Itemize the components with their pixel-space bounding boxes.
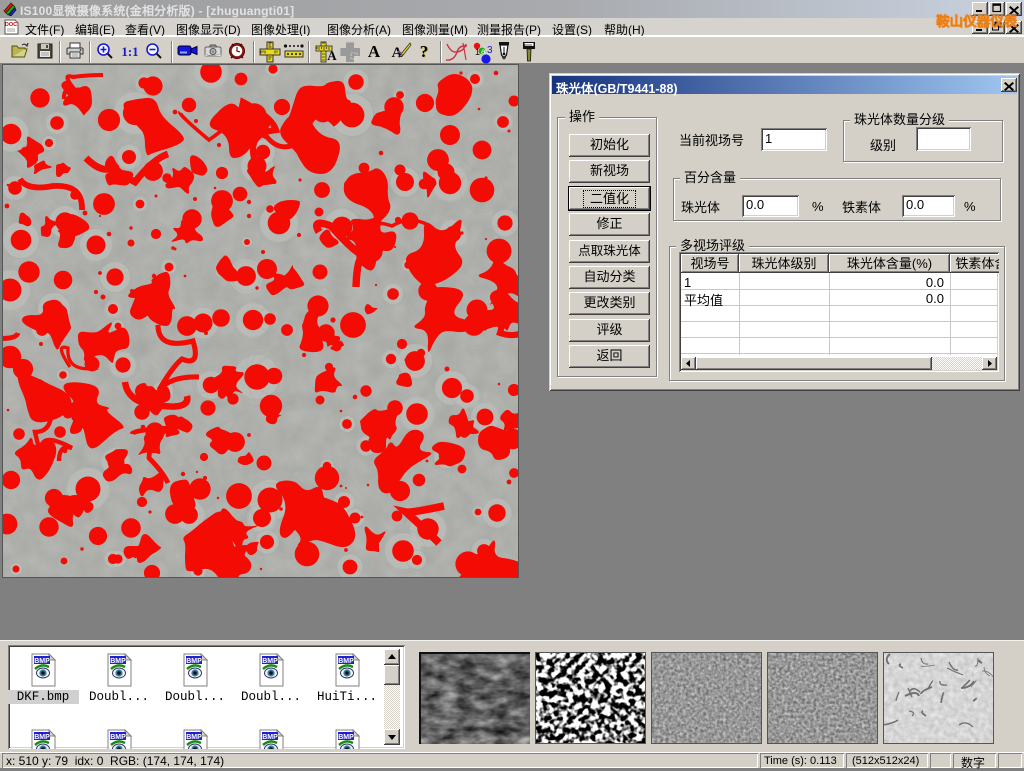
svg-text:BMP: BMP	[338, 734, 354, 741]
svg-text:BMP: BMP	[262, 658, 278, 665]
svg-text:DOC: DOC	[5, 22, 17, 28]
svg-text:BMP: BMP	[34, 658, 50, 665]
svg-text:?: ?	[420, 42, 429, 61]
svg-text:A: A	[368, 42, 381, 61]
svg-text:BMP: BMP	[110, 658, 126, 665]
svg-text:BMP: BMP	[262, 734, 278, 741]
svg-text:A: A	[327, 48, 337, 63]
svg-text:BMP: BMP	[34, 734, 50, 741]
svg-text:BMP: BMP	[186, 658, 202, 665]
svg-text:BMP: BMP	[186, 734, 202, 741]
svg-text:BMP: BMP	[338, 658, 354, 665]
svg-text:1:1: 1:1	[121, 44, 138, 59]
svg-text:BMP: BMP	[110, 734, 126, 741]
svg-text:3: 3	[487, 45, 493, 56]
